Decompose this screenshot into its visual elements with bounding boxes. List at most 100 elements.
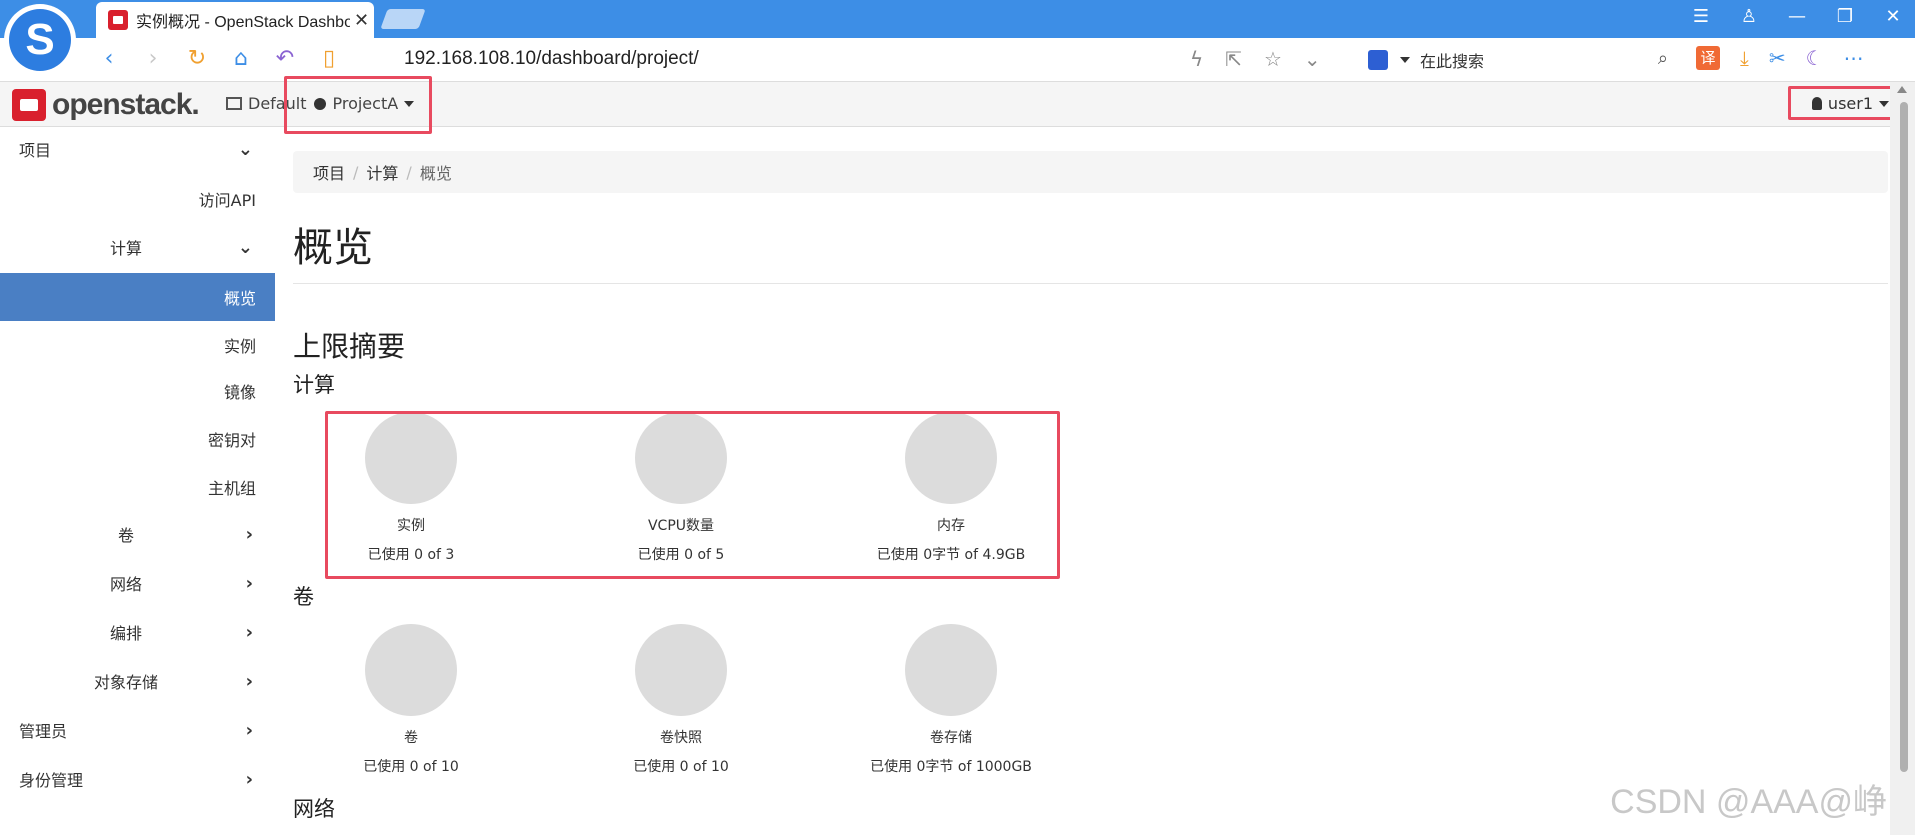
sidebar-item-instances[interactable]: 实例 xyxy=(0,323,256,367)
sidebar-item-compute[interactable]: 计算 ⌄ xyxy=(0,225,275,269)
sidebar-item-orchestration[interactable]: 编排 › xyxy=(0,610,275,654)
sidebar-item-label: 概览 xyxy=(223,289,256,308)
refresh-icon[interactable]: ↻ xyxy=(184,46,210,71)
pie-chart-volume-storage xyxy=(905,624,997,716)
openstack-logo-icon xyxy=(12,89,46,121)
new-tab-button[interactable] xyxy=(380,9,426,29)
minimize-icon[interactable]: — xyxy=(1785,6,1809,27)
pie-chart-instances xyxy=(365,412,457,504)
breadcrumb-compute[interactable]: 计算 xyxy=(366,160,398,184)
page-title: 概览 xyxy=(293,225,373,271)
sidebar-item-identity[interactable]: 身份管理 › xyxy=(0,757,275,801)
window-close-icon[interactable]: ✕ xyxy=(1881,6,1905,27)
share-icon[interactable]: ⇱ xyxy=(1225,47,1242,71)
breadcrumb-project[interactable]: 项目 xyxy=(313,160,345,184)
download-icon[interactable]: ⤓ xyxy=(1740,46,1749,70)
chevron-down-icon[interactable]: ⌄ xyxy=(1304,47,1321,71)
divider xyxy=(293,283,1888,284)
sidebar-item-label: 身份管理 xyxy=(19,771,84,790)
sidebar-item-admin[interactable]: 管理员 › xyxy=(0,708,275,752)
pie-chart-memory xyxy=(905,412,997,504)
limit-label: 卷存储 xyxy=(930,730,972,746)
sidebar-item-label: 对象存储 xyxy=(94,673,159,692)
sidebar-item-label: 卷 xyxy=(118,526,135,545)
caret-down-icon xyxy=(404,100,415,107)
project-dot-icon xyxy=(314,97,327,110)
limit-label: VCPU数量 xyxy=(647,518,715,534)
forward-icon[interactable]: › xyxy=(140,46,166,71)
sidebar-item-label: 主机组 xyxy=(207,479,256,498)
more-icon[interactable]: ⋯ xyxy=(1844,46,1864,70)
chevron-right-icon: › xyxy=(245,670,253,692)
pie-chart-volumes xyxy=(365,624,457,716)
close-icon[interactable]: ✕ xyxy=(354,10,369,31)
browser-tab[interactable]: 实例概况 - OpenStack Dashboard ✕ xyxy=(96,2,374,38)
limit-usage: 已使用 0 of 5 xyxy=(637,547,725,563)
sidebar-item-images[interactable]: 镜像 xyxy=(0,369,256,413)
search-input[interactable]: 在此搜索 xyxy=(1420,48,1484,72)
limits-summary-heading: 上限摘要 xyxy=(293,330,406,363)
tab-title: 实例概况 - OpenStack Dashboard xyxy=(136,14,350,31)
openstack-favicon-icon xyxy=(108,10,128,30)
sidebar-item-volumes[interactable]: 卷 › xyxy=(0,512,275,556)
chevron-right-icon: › xyxy=(245,768,253,790)
sidebar-item-label: 网络 xyxy=(110,575,143,594)
lightning-icon[interactable]: ϟ xyxy=(1190,47,1203,71)
user-icon xyxy=(1811,97,1822,110)
watermark: CSDN @AAA@峥 xyxy=(1610,783,1887,821)
openstack-header: openstack. Default ProjectA user1 xyxy=(0,82,1915,127)
sidebar-item-server-groups[interactable]: 主机组 xyxy=(0,465,256,509)
openstack-logo[interactable]: openstack. xyxy=(12,88,200,122)
brand-name: openstack. xyxy=(52,88,200,121)
moon-icon[interactable]: ☾ xyxy=(1806,46,1824,70)
volume-heading: 卷 xyxy=(293,585,314,609)
search-icon[interactable]: ⌕ xyxy=(1658,48,1668,69)
star-icon[interactable]: ☆ xyxy=(1264,47,1282,71)
url-input[interactable]: 192.168.108.10/dashboard/project/ xyxy=(404,48,699,70)
compute-heading: 计算 xyxy=(293,373,335,397)
chevron-right-icon: › xyxy=(245,523,253,545)
sidebar-item-label: 访问API xyxy=(198,191,256,210)
sidebar-item-network[interactable]: 网络 › xyxy=(0,561,275,605)
reader-icon[interactable]: ▯ xyxy=(316,46,342,71)
scroll-up-icon[interactable] xyxy=(1897,86,1907,93)
undo-icon[interactable]: ↶ xyxy=(272,46,298,71)
limit-label: 实例 xyxy=(397,518,425,534)
limit-usage: 已使用 0字节 of 4.9GB xyxy=(876,547,1026,563)
translate-icon[interactable]: 译 xyxy=(1696,46,1720,70)
home-icon[interactable]: ⌂ xyxy=(228,46,254,71)
user-name: user1 xyxy=(1827,94,1873,113)
sidebar-item-object-store[interactable]: 对象存储 › xyxy=(0,659,275,703)
chevron-down-icon: ⌄ xyxy=(237,138,253,160)
chevron-right-icon: › xyxy=(245,621,253,643)
back-icon[interactable]: ‹ xyxy=(96,46,122,71)
limit-label: 内存 xyxy=(937,518,965,534)
sidebar-item-key-pairs[interactable]: 密钥对 xyxy=(0,417,256,461)
search-engine-icon[interactable] xyxy=(1368,50,1388,70)
restore-icon[interactable]: ❐ xyxy=(1833,6,1857,27)
limit-usage: 已使用 0 of 10 xyxy=(363,759,459,775)
scrollbar[interactable] xyxy=(1890,82,1915,835)
scrollbar-thumb[interactable] xyxy=(1900,102,1908,772)
limit-usage: 已使用 0字节 of 1000GB xyxy=(870,759,1032,775)
main-content: 项目 / 计算 / 概览 概览 上限摘要 计算 实例 已使用 0 of 3 VC… xyxy=(275,127,1890,835)
browser-logo[interactable]: S xyxy=(4,4,76,76)
skin-icon[interactable]: ♙ xyxy=(1737,6,1761,27)
scissors-icon[interactable]: ✂ xyxy=(1769,46,1786,70)
caret-icon[interactable] xyxy=(1400,57,1410,63)
window-controls: ☰ ♙ — ❐ ✕ xyxy=(1689,6,1905,27)
limit-usage: 已使用 0 of 3 xyxy=(367,547,455,563)
sidebar-item-project[interactable]: 项目 ⌄ xyxy=(0,127,275,171)
user-menu[interactable]: user1 xyxy=(1811,94,1889,113)
chevron-down-icon: ⌄ xyxy=(237,236,253,258)
sidebar-item-label: 镜像 xyxy=(223,383,256,402)
domain-name: Default xyxy=(248,94,307,113)
search-box[interactable]: 在此搜索 ⌕ xyxy=(1368,44,1678,76)
menu-icon[interactable]: ☰ xyxy=(1689,6,1713,27)
project-switcher[interactable]: Default ProjectA xyxy=(226,94,415,113)
chevron-right-icon: › xyxy=(245,719,253,741)
sidebar-item-label: 项目 xyxy=(19,141,52,160)
sidebar-item-overview[interactable]: 概览 xyxy=(0,273,275,321)
sidebar-item-label: 密钥对 xyxy=(207,431,256,450)
sidebar-item-access-api[interactable]: 访问API xyxy=(0,177,256,221)
